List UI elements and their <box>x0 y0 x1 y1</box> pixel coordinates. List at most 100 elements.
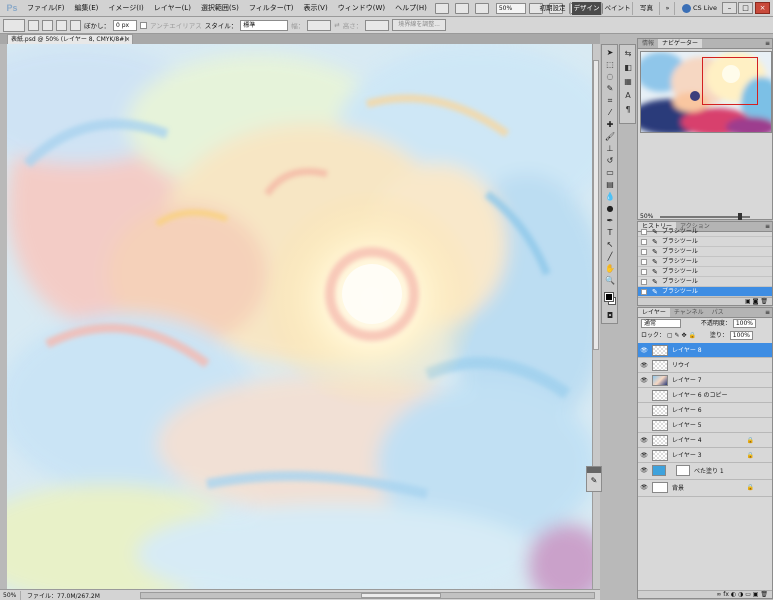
layer-row[interactable]: 👁 べた塗り 1 <box>638 463 772 480</box>
eyedropper-icon[interactable]: ⁄ <box>604 108 616 117</box>
hand-icon[interactable]: ✋ <box>604 264 616 273</box>
fill-input[interactable]: 100% <box>729 331 753 340</box>
cslive-button[interactable]: CS Live <box>682 2 717 15</box>
type-icon[interactable]: T <box>604 228 616 237</box>
tab-paths[interactable]: パス <box>708 308 728 317</box>
minibridge-icon[interactable] <box>454 2 469 14</box>
trash-icon[interactable]: 🗑 <box>760 298 768 305</box>
tool-presets-icon[interactable]: ✎ <box>587 473 601 489</box>
swatches-icon[interactable]: ▦ <box>623 77 633 86</box>
history-item-active[interactable]: ✎ ブラシツール <box>638 287 772 297</box>
new-document-icon[interactable]: ▣ <box>745 298 751 305</box>
layer-row[interactable]: 👁 レイヤー 3 🔒 <box>638 448 772 463</box>
menu-filter[interactable]: フィルター(T) <box>244 0 299 16</box>
shape-icon[interactable]: ╱ <box>604 252 616 261</box>
add-selection-icon[interactable] <box>42 19 53 31</box>
subtract-selection-icon[interactable] <box>56 19 67 31</box>
quick-select-icon[interactable]: ✎ <box>604 84 616 93</box>
layer-row[interactable]: レイヤー 5 <box>638 418 772 433</box>
panel-menu-icon[interactable]: ≡ <box>765 39 770 49</box>
blur-icon[interactable]: 💧 <box>604 192 616 201</box>
eraser-icon[interactable]: ▭ <box>604 168 616 177</box>
menu-layer[interactable]: レイヤー(L) <box>149 0 196 16</box>
visibility-eye-icon[interactable] <box>640 422 648 429</box>
navigator-zoom-knob[interactable] <box>738 213 742 220</box>
history-source-checkbox[interactable] <box>641 239 647 245</box>
height-input[interactable] <box>365 19 390 31</box>
character-icon[interactable]: A <box>623 91 633 100</box>
fx-icon[interactable]: fx <box>723 591 729 598</box>
history-source-checkbox[interactable] <box>641 289 647 295</box>
visibility-eye-icon[interactable]: 👁 <box>640 467 648 474</box>
dodge-icon[interactable]: ● <box>604 204 616 213</box>
lock-transparency-icon[interactable]: ▢ <box>667 332 673 339</box>
stamp-icon[interactable]: ⊥ <box>604 144 616 153</box>
navigator-zoom-value[interactable]: 50% <box>640 213 653 220</box>
navigator-zoom-slider[interactable] <box>660 213 750 220</box>
history-item[interactable]: ✎ ブラシツール <box>638 277 772 287</box>
zoom-icon[interactable]: 🔍 <box>604 276 616 285</box>
navigator-thumbnail[interactable] <box>640 51 772 133</box>
history-source-checkbox[interactable] <box>641 279 647 285</box>
folder-icon[interactable]: ▭ <box>745 591 751 598</box>
healing-icon[interactable]: ✚ <box>604 120 616 129</box>
intersect-selection-icon[interactable] <box>70 19 81 31</box>
zoom-select[interactable]: 50% <box>495 2 526 14</box>
workspace-design[interactable]: デザイン <box>572 2 602 15</box>
history-item[interactable]: ✎ ブラシツール <box>638 257 772 267</box>
paragraph-icon[interactable]: ¶ <box>623 105 633 114</box>
history-brush-icon[interactable]: ↺ <box>604 156 616 165</box>
close-tab-icon[interactable]: × <box>125 35 130 44</box>
new-selection-icon[interactable] <box>28 19 39 31</box>
pen-icon[interactable]: ✒ <box>604 216 616 225</box>
adjustment-icon[interactable]: ◑ <box>738 591 743 598</box>
layer-row[interactable]: 👁 レイヤー 4 🔒 <box>638 433 772 448</box>
history-source-checkbox[interactable] <box>641 259 647 265</box>
history-item[interactable]: ✎ ブラシツール <box>638 237 772 247</box>
antialias-checkbox[interactable] <box>140 21 147 29</box>
lock-position-icon[interactable]: ✥ <box>681 332 686 339</box>
workspace-paint[interactable]: ペイント <box>603 2 633 15</box>
link-layers-icon[interactable]: ∞ <box>716 591 721 598</box>
path-select-icon[interactable]: ↖ <box>604 240 616 249</box>
marquee-icon[interactable]: ⬚ <box>604 60 616 69</box>
tab-info[interactable]: 情報 <box>638 39 658 48</box>
visibility-eye-icon[interactable] <box>640 392 648 399</box>
trash-icon[interactable]: 🗑 <box>760 591 768 598</box>
layer-row[interactable]: 👁 レイヤー 8 <box>638 343 772 358</box>
snapshot-icon[interactable]: ◙ <box>753 298 759 305</box>
color-icon[interactable]: ◧ <box>623 63 633 72</box>
layer-row[interactable]: レイヤー 6 <box>638 403 772 418</box>
history-source-checkbox[interactable] <box>641 229 647 235</box>
lock-pixels-icon[interactable]: ✎ <box>675 332 680 339</box>
workspace-more-icon[interactable]: » <box>661 2 675 15</box>
layer-row[interactable]: レイヤー 6 のコピー <box>638 388 772 403</box>
status-zoom[interactable]: 50% <box>0 592 20 599</box>
history-item[interactable]: ✎ ブラシツール <box>638 267 772 277</box>
new-layer-icon[interactable]: ▣ <box>753 591 759 598</box>
menu-window[interactable]: ウィンドウ(W) <box>333 0 390 16</box>
vertical-scroll-thumb[interactable] <box>593 60 599 350</box>
tool-preset-picker[interactable] <box>3 18 25 32</box>
tab-navigator[interactable]: ナビゲーター <box>658 39 703 48</box>
menu-image[interactable]: イメージ(I) <box>103 0 148 16</box>
view-extras-icon[interactable] <box>474 2 489 14</box>
visibility-eye-icon[interactable]: 👁 <box>640 484 648 491</box>
canvas[interactable] <box>7 44 592 589</box>
mask-icon[interactable]: ◐ <box>731 591 736 598</box>
document-tab[interactable]: 表紙.psd @ 50% (レイヤー 8, CMYK/8#) × <box>7 34 133 44</box>
feather-input[interactable]: 0 px <box>113 19 137 31</box>
bridge-icon[interactable] <box>434 2 449 14</box>
workspace-photo[interactable]: 写真 <box>634 2 660 15</box>
lasso-icon[interactable]: ◌ <box>604 72 616 81</box>
tab-channels[interactable]: チャンネル <box>670 308 708 317</box>
crop-icon[interactable]: ⌗ <box>604 96 616 105</box>
arrange-icon[interactable]: ⇆ <box>623 49 633 58</box>
maximize-button[interactable]: □ <box>738 2 753 14</box>
visibility-eye-icon[interactable]: 👁 <box>640 377 648 384</box>
panel-menu-icon[interactable]: ≡ <box>765 308 770 318</box>
history-item[interactable]: ✎ ブラシツール <box>638 227 772 237</box>
visibility-eye-icon[interactable] <box>640 407 648 414</box>
layer-row[interactable]: 👁 レイヤー 7 <box>638 373 772 388</box>
close-button[interactable]: × <box>755 2 770 14</box>
